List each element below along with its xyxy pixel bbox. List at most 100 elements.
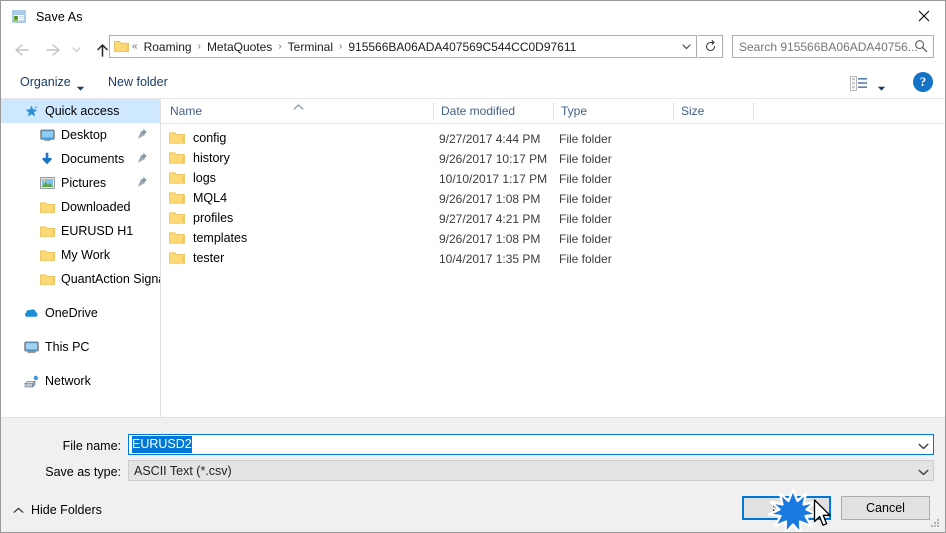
documents-arrow-icon: [39, 151, 55, 167]
help-button[interactable]: ?: [913, 72, 933, 92]
recent-locations-button[interactable]: [68, 37, 84, 63]
sidebar-item-downloaded[interactable]: Downloaded: [1, 195, 160, 219]
file-name-value: EURUSD2: [132, 436, 192, 453]
search-placeholder: Search 915566BA06ADA40756...: [739, 39, 918, 54]
column-header-type[interactable]: Type: [561, 104, 587, 118]
hide-folders-button[interactable]: Hide Folders: [13, 503, 102, 517]
pin-icon[interactable]: [137, 128, 148, 143]
address-dropdown-button[interactable]: [676, 36, 696, 57]
sidebar-item-network[interactable]: Network: [1, 369, 160, 393]
chevron-down-icon[interactable]: [76, 81, 85, 95]
sidebar-item-my-work[interactable]: My Work: [1, 243, 160, 267]
column-header-name[interactable]: Name: [170, 104, 202, 118]
file-type-cell: File folder: [559, 132, 612, 146]
file-date-cell: 9/26/2017 1:08 PM: [439, 192, 541, 206]
sidebar-item-eurusd-h1[interactable]: EURUSD H1: [1, 219, 160, 243]
file-type-cell: File folder: [559, 232, 612, 246]
resize-grip-icon[interactable]: [929, 517, 941, 529]
sidebar-item-this-pc[interactable]: This PC: [1, 335, 160, 359]
cancel-button-label: Cancel: [866, 501, 905, 515]
file-name-cell: profiles: [169, 211, 233, 225]
search-icon: [914, 39, 928, 56]
address-bar[interactable]: « Roaming › MetaQuotes › Terminal › 9155…: [109, 35, 697, 58]
folder-icon: [169, 211, 185, 225]
file-name-cell: history: [169, 151, 230, 165]
search-input[interactable]: Search 915566BA06ADA40756...: [732, 35, 934, 58]
file-type-cell: File folder: [559, 212, 612, 226]
chevron-down-icon[interactable]: [918, 439, 929, 453]
file-date-cell: 9/27/2017 4:21 PM: [439, 212, 541, 226]
sidebar-item-label: Documents: [61, 152, 125, 166]
table-row[interactable]: MQL4 9/26/2017 1:08 PM File folder: [161, 189, 945, 209]
file-name-text: config: [193, 131, 227, 145]
sidebar-item-label: Downloaded: [61, 200, 131, 214]
sidebar-item-label: My Work: [61, 248, 111, 262]
back-button[interactable]: [8, 37, 34, 63]
chevron-down-icon[interactable]: [877, 81, 886, 95]
save-as-type-select[interactable]: ASCII Text (*.csv): [128, 460, 934, 481]
column-divider[interactable]: [553, 102, 554, 120]
save-button[interactable]: Save: [742, 496, 831, 520]
onedrive-cloud-icon: [23, 305, 39, 321]
file-date-cell: 9/26/2017 10:17 PM: [439, 152, 548, 166]
file-name-cell: config: [169, 131, 226, 145]
sidebar-item-quick-access[interactable]: Quick access: [1, 99, 160, 123]
breadcrumb-item-terminal[interactable]: Terminal: [283, 40, 338, 54]
cancel-button[interactable]: Cancel: [841, 496, 930, 520]
file-name-cell: tester: [169, 251, 224, 265]
save-as-dialog: Save As « Roaming › MetaQuotes › Termina…: [0, 0, 946, 533]
star-pin-icon: [23, 103, 39, 119]
table-row[interactable]: profiles 9/27/2017 4:21 PM File folder: [161, 209, 945, 229]
sidebar-item-documents[interactable]: Documents: [1, 147, 160, 171]
column-divider[interactable]: [753, 102, 754, 120]
sidebar-item-label: Pictures: [61, 176, 107, 190]
column-header-date-modified[interactable]: Date modified: [441, 104, 515, 118]
file-list: Name Date modified Type Size config 9/27…: [161, 99, 945, 417]
refresh-button[interactable]: [698, 35, 723, 58]
column-divider[interactable]: [673, 102, 674, 120]
file-name-input[interactable]: EURUSD2: [128, 434, 934, 455]
sidebar-item-quantaction-signal[interactable]: QuantAction Signal: [1, 267, 160, 291]
folder-icon: [169, 131, 185, 145]
folder-icon: [169, 251, 185, 265]
folder-icon: [39, 223, 55, 239]
breadcrumb-item-terminal-id[interactable]: 915566BA06ADA407569C544CC0D97611: [343, 40, 581, 54]
folder-icon: [39, 247, 55, 263]
table-row[interactable]: config 9/27/2017 4:44 PM File folder: [161, 129, 945, 149]
table-row[interactable]: history 9/26/2017 10:17 PM File folder: [161, 149, 945, 169]
folder-icon: [39, 199, 55, 215]
new-folder-button[interactable]: New folder: [108, 75, 168, 89]
forward-button[interactable]: [40, 37, 66, 63]
sidebar-item-onedrive[interactable]: OneDrive: [1, 301, 160, 325]
view-layout-icon[interactable]: [850, 76, 868, 94]
file-name-cell: logs: [169, 171, 216, 185]
chevron-down-icon[interactable]: [918, 465, 929, 479]
table-row[interactable]: logs 10/10/2017 1:17 PM File folder: [161, 169, 945, 189]
breadcrumb-item-metaquotes[interactable]: MetaQuotes: [202, 40, 277, 54]
file-type-cell: File folder: [559, 252, 612, 266]
save-as-type-label: Save as type:: [45, 465, 121, 479]
file-name-text: MQL4: [193, 191, 228, 205]
file-date-cell: 10/4/2017 1:35 PM: [439, 252, 541, 266]
column-header-size[interactable]: Size: [681, 104, 704, 118]
sidebar-item-desktop[interactable]: Desktop: [1, 123, 160, 147]
toolbar: Organize New folder: [1, 68, 945, 99]
sidebar-item-label: Network: [45, 374, 91, 388]
breadcrumb-item-roaming[interactable]: Roaming: [139, 40, 197, 54]
folder-icon: [39, 271, 55, 287]
sidebar-item-pictures[interactable]: Pictures: [1, 171, 160, 195]
sidebar-item-label: This PC: [45, 340, 90, 354]
pin-icon[interactable]: [137, 152, 148, 167]
sidebar-item-label: EURUSD H1: [61, 224, 134, 238]
organize-button[interactable]: Organize: [20, 75, 71, 89]
close-button[interactable]: [901, 1, 945, 31]
pin-icon[interactable]: [137, 176, 148, 191]
file-name-text: tester: [193, 251, 225, 265]
column-header-row: Name Date modified Type Size: [161, 99, 945, 124]
table-row[interactable]: templates 9/26/2017 1:08 PM File folder: [161, 229, 945, 249]
file-rows: config 9/27/2017 4:44 PM File folder his…: [161, 124, 945, 269]
table-row[interactable]: tester 10/4/2017 1:35 PM File folder: [161, 249, 945, 269]
column-divider[interactable]: [433, 102, 434, 120]
